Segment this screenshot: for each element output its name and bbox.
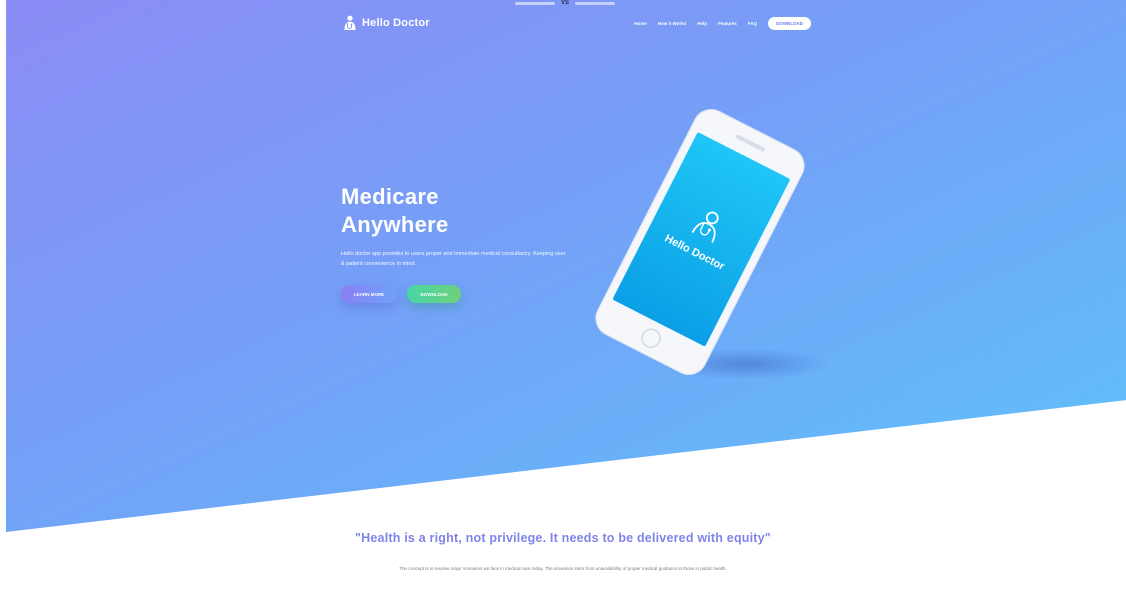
phone-illustration: Hello Doctor: [560, 92, 840, 392]
nav-link-home[interactable]: Home: [634, 21, 647, 26]
top-strip-segment: [514, 1, 555, 5]
navbar: Hello Doctor Home How it Works Help Feat…: [343, 11, 811, 35]
phone-mockup: Hello Doctor: [595, 108, 830, 380]
hero-title: Medicare Anywhere: [341, 183, 581, 239]
quote-text: "Health is a right, not privilege. It ne…: [355, 531, 771, 545]
top-strip-segment: [575, 1, 615, 5]
hero-title-line2: Anywhere: [341, 212, 449, 237]
doctor-icon: [343, 15, 357, 31]
nav-link-faq[interactable]: FAQ: [748, 21, 757, 26]
hero-buttons: LEARN MORE DOWNLOAD: [341, 285, 581, 303]
hero-copy: Medicare Anywhere Hello doctor app provi…: [341, 183, 581, 303]
top-strip: VS: [455, 0, 675, 6]
nav-download-button[interactable]: DOWNLOAD: [768, 16, 811, 30]
top-strip-label: VS: [560, 0, 569, 6]
learn-more-button[interactable]: LEARN MORE: [341, 285, 397, 303]
brand-logo[interactable]: Hello Doctor: [343, 15, 430, 31]
quote-description: The concept is to resolve major scenario…: [399, 566, 727, 571]
hero-title-line1: Medicare: [341, 184, 439, 209]
nav-link-help[interactable]: Help: [697, 21, 707, 26]
nav-link-features[interactable]: Features: [718, 21, 737, 26]
hero-subtitle: Hello doctor app provides to users prope…: [341, 251, 566, 267]
download-button[interactable]: DOWNLOAD: [407, 285, 461, 303]
brand-name: Hello Doctor: [362, 17, 430, 29]
main-menu: Home How it Works Help Features FAQ DOWN…: [634, 16, 811, 30]
nav-link-how-it-works[interactable]: How it Works: [658, 21, 686, 26]
page: VS Hello Doctor Home How it Works Help F…: [0, 0, 1126, 589]
